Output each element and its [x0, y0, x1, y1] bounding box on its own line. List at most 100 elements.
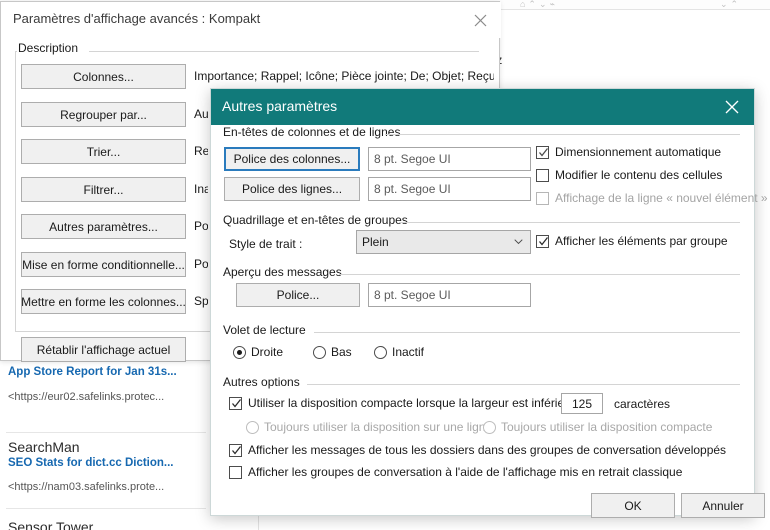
group-frame-line — [339, 274, 740, 275]
checkbox-allow-in-cell-editing[interactable]: Modifier le contenu des cellules — [536, 168, 722, 182]
group-label-description: Description — [15, 41, 81, 55]
conditional-formatting-value: Pol — [194, 257, 208, 271]
checkbox-box — [229, 397, 242, 410]
column-font-button[interactable]: Police des colonnes... — [224, 147, 360, 171]
divider — [6, 432, 206, 433]
checkbox-label: Afficher les messages de tous les dossie… — [248, 443, 726, 457]
dialog-title-bar: Paramètres d'affichage avancés : Kompakt — [1, 2, 501, 38]
list-item[interactable]: App Store Report for Jan 31s... Sa. <htt… — [0, 365, 212, 405]
group-frame-line — [307, 384, 740, 385]
line-style-select[interactable]: Plein — [356, 230, 531, 254]
radio-box — [374, 346, 387, 359]
checkbox-box — [536, 146, 549, 159]
group-frame-line — [89, 51, 479, 52]
checkbox-show-all-folders-expanded[interactable]: Afficher les messages de tous les dossie… — [229, 443, 726, 457]
mail-snippet: <https://eur02.safelinks.protec... — [8, 390, 204, 405]
radio-box — [233, 346, 246, 359]
radio-always-single-line: Toujours utiliser la disposition sur une… — [246, 420, 492, 434]
close-icon[interactable] — [465, 8, 495, 32]
group-frame-line — [385, 134, 740, 135]
reset-view-button[interactable]: Rétablir l'affichage actuel — [21, 337, 186, 362]
checkbox-box — [229, 466, 242, 479]
dialog-title: Autres paramètres — [222, 98, 337, 114]
filter-value: Ina — [194, 182, 208, 196]
checkbox-box — [536, 169, 549, 182]
radio-label: Inactif — [392, 345, 424, 359]
group-label-headers: En-têtes de colonnes et de lignes — [220, 125, 403, 139]
row-font-button[interactable]: Police des lignes... — [224, 177, 360, 201]
radio-reading-pane-right[interactable]: Droite — [233, 345, 283, 359]
mail-sender: Sensor Tower — [8, 518, 204, 530]
group-label-other-options: Autres options — [220, 375, 303, 389]
ok-button[interactable]: OK — [591, 493, 675, 518]
check-icon — [231, 398, 242, 409]
divider — [6, 508, 206, 509]
group-by-value: Au — [194, 107, 208, 121]
ribbon-glyph-group: ⌄⌃ — [720, 0, 741, 10]
cancel-button[interactable]: Annuler — [681, 493, 765, 518]
checkbox-classic-indented-view[interactable]: Afficher les groupes de conversation à l… — [229, 465, 682, 479]
group-by-button[interactable]: Regrouper par... — [21, 102, 186, 127]
checkbox-box — [536, 235, 549, 248]
mail-subject: App Store Report for Jan 31s... — [8, 365, 204, 380]
radio-reading-pane-off[interactable]: Inactif — [374, 345, 424, 359]
row-font-value: 8 pt. Segoe UI — [368, 177, 531, 201]
checkbox-box — [536, 192, 549, 205]
check-icon — [538, 236, 549, 247]
radio-reading-pane-bottom[interactable]: Bas — [313, 345, 352, 359]
chevron-down-icon — [514, 237, 523, 246]
close-glyph — [474, 14, 487, 27]
conditional-formatting-button[interactable]: Mise en forme conditionnelle... — [21, 252, 186, 277]
columns-value: Importance; Rappel; Icône; Pièce jointe;… — [194, 69, 494, 83]
mail-snippet: <https://nam03.safelinks.prote... — [8, 480, 204, 495]
other-settings-button[interactable]: Autres paramètres... — [21, 214, 186, 239]
other-settings-value: Pol — [194, 219, 208, 233]
line-style-label: Style de trait : — [229, 237, 302, 251]
close-glyph — [725, 100, 739, 114]
sort-button[interactable]: Trier... — [21, 139, 186, 164]
list-item[interactable]: Sensor Tower — [0, 518, 212, 530]
radio-box — [483, 421, 496, 434]
filter-button[interactable]: Filtrer... — [21, 177, 186, 202]
group-frame-line — [15, 51, 16, 331]
radio-label: Droite — [251, 345, 283, 359]
checkbox-label: Utiliser la disposition compacte lorsque… — [248, 396, 592, 410]
format-columns-value: Sp — [194, 294, 208, 308]
checkbox-label: Dimensionnement automatique — [555, 145, 721, 159]
checkbox-show-items-in-groups[interactable]: Afficher les éléments par groupe — [536, 234, 728, 248]
checkbox-new-item-row: Affichage de la ligne « nouvel élément » — [536, 191, 768, 205]
preview-font-button[interactable]: Police... — [236, 283, 360, 307]
radio-always-compact: Toujours utiliser la disposition compact… — [483, 420, 712, 434]
format-columns-button[interactable]: Mettre en forme les colonnes... — [21, 289, 186, 314]
checkbox-label: Affichage de la ligne « nouvel élément » — [555, 191, 768, 205]
preview-font-value: 8 pt. Segoe UI — [368, 283, 531, 307]
checkbox-auto-sizing[interactable]: Dimensionnement automatique — [536, 145, 721, 159]
radio-dot — [237, 350, 242, 355]
checkbox-label: Afficher les groupes de conversation à l… — [248, 465, 682, 479]
line-style-value: Plein — [362, 235, 389, 249]
columns-button[interactable]: Colonnes... — [21, 64, 186, 89]
list-item[interactable]: SearchMan SEO Stats for dict.cc Diction.… — [0, 438, 212, 495]
sort-value: Re — [194, 144, 208, 158]
page-title: Paramètres d'affichage avancés : Kompakt — [13, 11, 260, 26]
checkbox-use-compact-layout[interactable]: Utiliser la disposition compacte lorsque… — [229, 396, 592, 410]
group-frame-line — [314, 332, 740, 333]
group-label-gridlines: Quadrillage et en-têtes de groupes — [220, 213, 411, 227]
mail-subject: SEO Stats for dict.cc Diction... — [8, 456, 204, 471]
close-icon[interactable] — [710, 89, 754, 125]
screen-root: ⌂⌃⌄⌁ ⌄⌃ App Store Report for Jan 31s... … — [0, 0, 770, 530]
radio-label: Toujours utiliser la disposition compact… — [501, 420, 712, 434]
characters-label: caractères — [614, 397, 670, 411]
radio-box — [246, 421, 259, 434]
radio-box — [313, 346, 326, 359]
check-icon — [538, 147, 549, 158]
compact-width-input[interactable]: 125 — [561, 393, 603, 414]
dialog-title-bar: Autres paramètres — [211, 89, 754, 125]
column-font-value: 8 pt. Segoe UI — [368, 147, 531, 171]
radio-label: Bas — [331, 345, 352, 359]
radio-label: Toujours utiliser la disposition sur une… — [264, 420, 492, 434]
group-label-message-preview: Aperçu des messages — [220, 265, 345, 279]
ribbon-glyph-group: ⌂⌃⌄⌁ — [520, 0, 558, 10]
mail-sender: SearchMan — [8, 438, 204, 456]
group-frame-line — [399, 222, 740, 223]
